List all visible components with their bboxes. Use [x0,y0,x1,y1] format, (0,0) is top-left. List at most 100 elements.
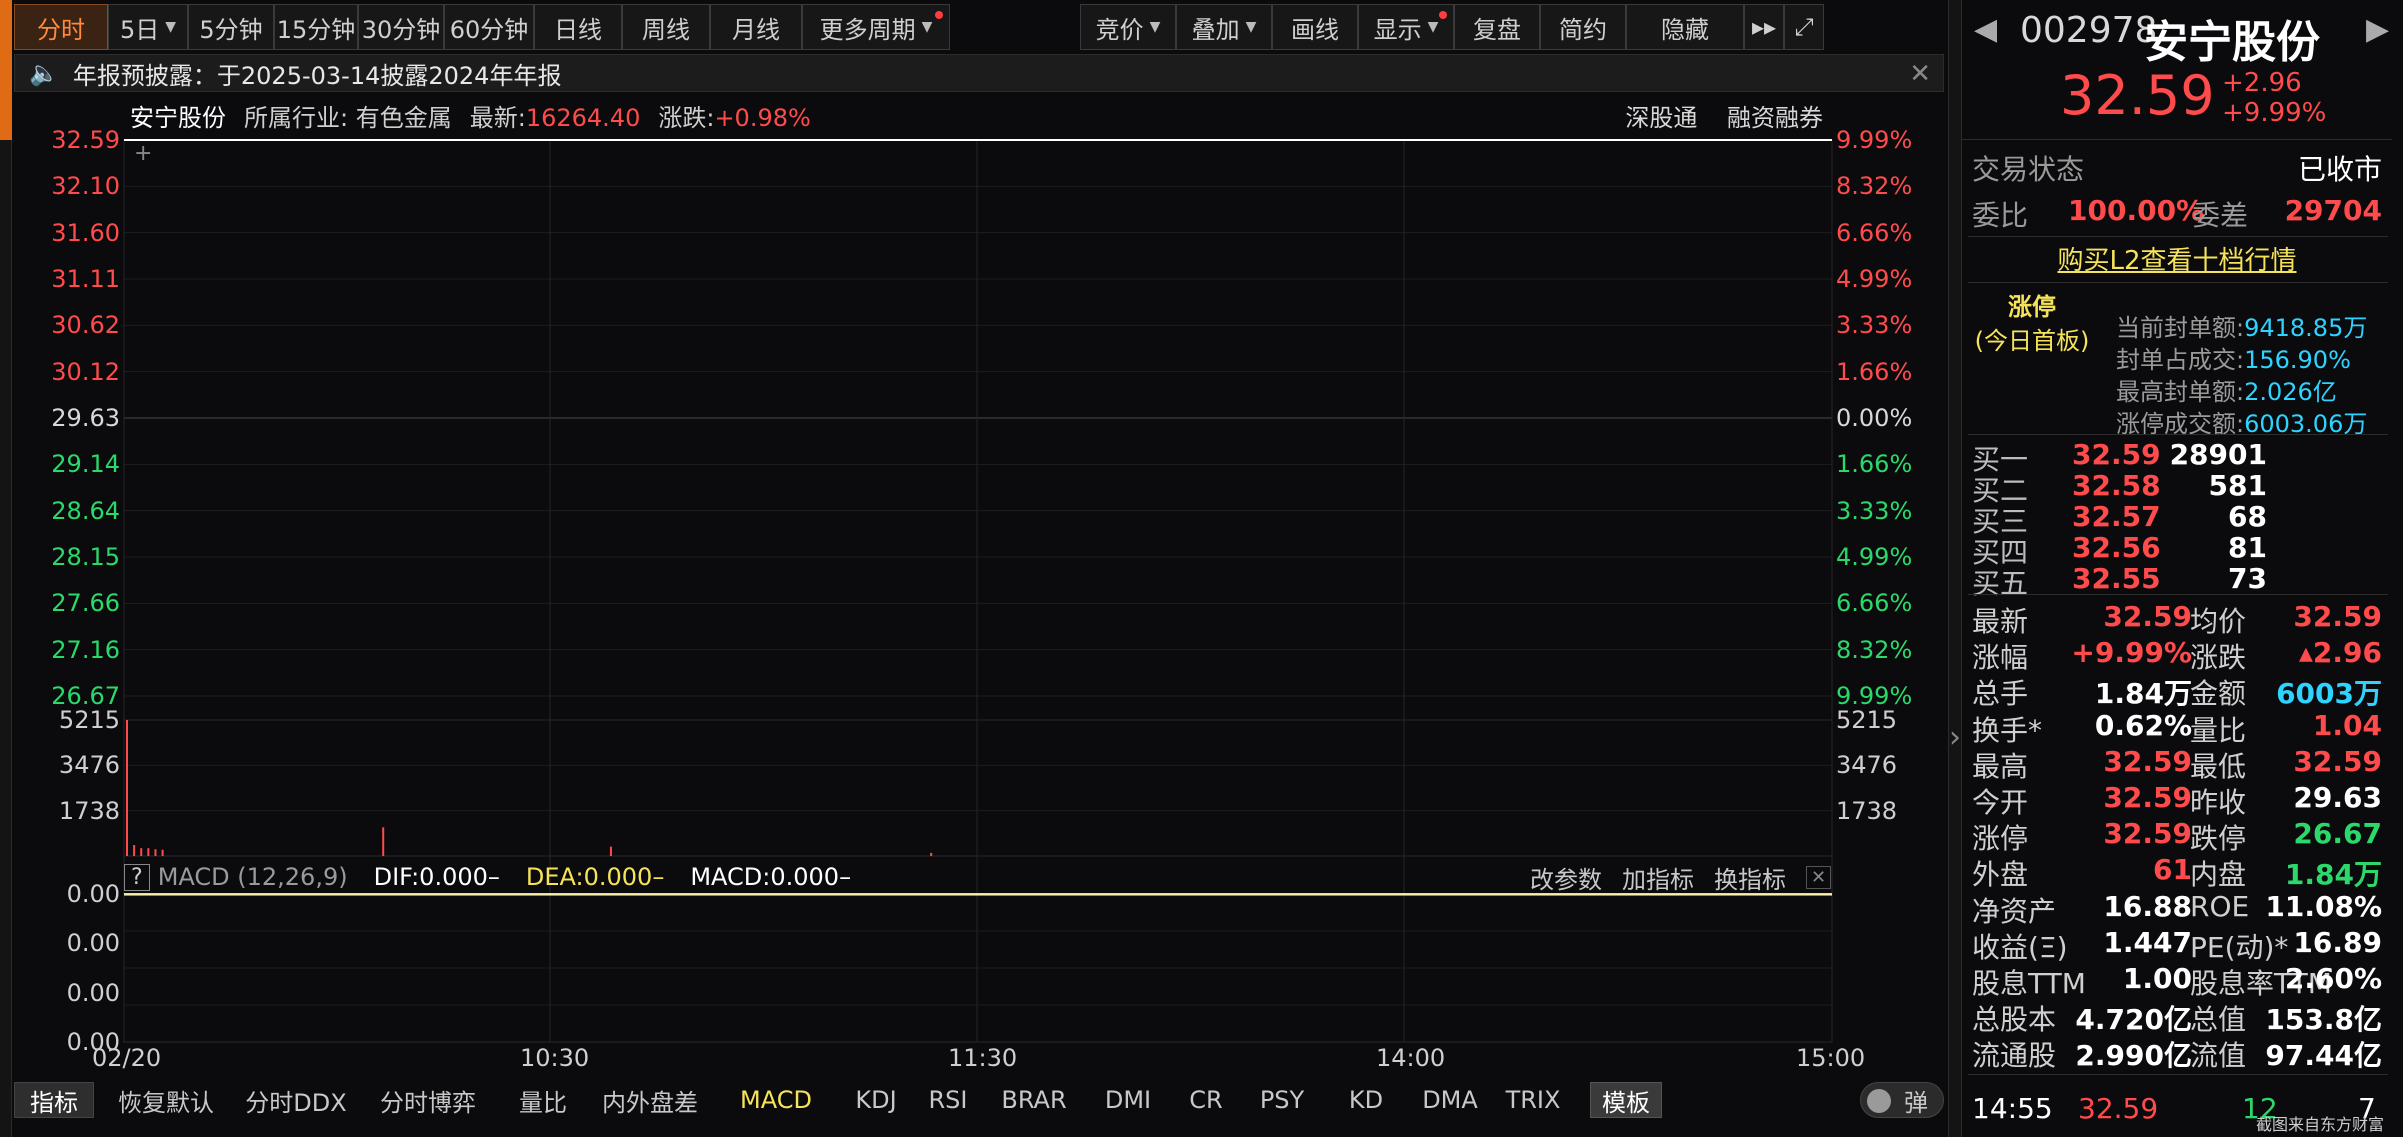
indicator-tab-6[interactable]: MACD [722,1082,830,1118]
limit-detail-value: 2.026亿 [2244,378,2337,406]
indicator-bar: 指标 恢复默认 分时DDX 分时博弈 量比 内外盘差 MACD KDJ RSI BRAR DMI CR… [14,1082,1944,1118]
price-tick-left: 27.66 [51,589,120,618]
macd-name: MACD (12,26,9) [157,863,348,891]
pct-tick-right: 8.32% [1836,635,1913,664]
limit-up-tag: 涨停 (今日首板) [1972,290,2092,358]
indicator-tab-5[interactable]: 内外盘差 [590,1082,710,1118]
bid-row[interactable]: 买四 32.56 81 [1972,531,2382,569]
indicator-tab-11[interactable]: CR [1178,1082,1234,1118]
intraday-chart[interactable]: + [0,0,1950,1137]
stat-cell: 流通股 2.990亿 [1972,1034,2192,1072]
stat-label: PE(动)* [2190,930,2289,964]
stat-cell: 收益(Ξ) 1.447 [1972,926,2192,964]
time-tick: 10:30 [520,1044,590,1072]
volume-bar [930,852,933,856]
limit-detail-label: 最高封单额: [2116,378,2245,406]
bid-quantity: 68 [2228,500,2267,533]
pct-tick-right: 4.99% [1836,265,1913,293]
stat-value: 0.62% [2094,708,2192,742]
stat-label: 昨收 [2190,786,2247,819]
stat-cell: 均价 32.59 [2190,600,2382,638]
stat-value: 1.84万 [2284,858,2382,892]
stat-cell: 外盘 61 [1972,853,2192,891]
volume-tick-left: 3476 [58,751,120,780]
limit-up-detail-row: 当前封单额:9418.85万 [2116,308,2367,343]
change-indicator-button[interactable]: 换指标 [1714,860,1786,895]
indicator-tab-9[interactable]: BRAR [992,1082,1076,1118]
volume-bar [126,720,128,856]
time-tick: 15:00 [1796,1044,1866,1072]
stat-cell: 总值 153.8亿 [2190,998,2382,1036]
bid-quantity: 81 [2228,531,2267,564]
price-tick-left: 31.60 [51,218,120,247]
indicator-tab-7[interactable]: KDJ [846,1082,906,1118]
indicator-tab-0[interactable]: 指标 [14,1082,94,1118]
stat-label: 外盘 [1972,858,2029,892]
pct-tick-right: 6.66% [1836,218,1913,247]
price-tick-left: 27.16 [51,635,120,664]
panel-divider[interactable]: › [1948,0,1962,1137]
stock-code: 002978 [2020,10,2158,51]
macd-dif: DIF:0.000– [373,863,500,891]
stat-value: 32.59 [2293,600,2382,633]
change-percent: +9.99% [2222,98,2327,128]
indicator-tab-8[interactable]: RSI [918,1082,978,1118]
stat-cell: 最新 32.59 [1972,600,2192,638]
stat-cell: 涨停 32.59 [1972,817,2192,855]
bid-row[interactable]: 买三 32.57 68 [1972,500,2382,538]
stat-cell: 内盘 1.84万 [2190,853,2382,891]
stat-cell: 股息TTM 1.00 [1972,962,2192,1000]
indicator-tab-3[interactable]: 分时博弈 [366,1082,490,1118]
price-tick-left: 31.11 [51,265,120,293]
close-indicator-icon[interactable]: ✕ [1806,865,1832,889]
macd-dea: DEA:0.000– [525,863,665,891]
indicator-tab-4[interactable]: 量比 [508,1082,578,1118]
stat-value: 16.88 [2103,889,2192,923]
indicator-tab-13[interactable]: KD [1332,1082,1400,1118]
price-tick-left: 32.59 [51,126,120,154]
volume-bar [382,827,385,856]
bid-level: 买五 [1972,567,2029,600]
macd-value: MACD:0.000– [690,863,852,891]
stat-value: 2.990亿 [2075,1039,2192,1073]
stat-label: 跌停 [2190,822,2247,856]
stat-label: 最新 [1972,605,2029,638]
bid-row[interactable]: 买一 32.59 28901 [1972,438,2382,476]
bid-row[interactable]: 买二 32.58 581 [1972,469,2382,507]
indicator-tab-2[interactable]: 分时DDX [236,1082,356,1118]
stat-cell: 最低 32.59 [2190,745,2382,783]
stat-cell: 净资产 16.88 [1972,889,2192,928]
stat-value: 32.59 [2103,781,2192,814]
stat-value: 16.89 [2293,925,2382,959]
stat-value: +9.99% [2071,636,2192,670]
macd-tick-left: 0.00 [66,929,120,958]
indicator-tab-1[interactable]: 恢复默认 [106,1082,226,1118]
time-tick: 02/20 [92,1044,162,1072]
indicator-tab-10[interactable]: DMI [1090,1082,1166,1118]
modify-params-button[interactable]: 改参数 [1530,860,1602,895]
stat-cell: 流值 97.44亿 [2190,1034,2382,1072]
macd-help-button[interactable]: ? [124,863,150,891]
collapse-arrow-icon[interactable]: › [1949,720,1961,780]
stat-label: 最低 [2190,749,2247,783]
price-tick-left: 32.10 [51,172,120,201]
bid-row[interactable]: 买五 32.55 73 [1972,562,2382,600]
price-tick-left: 29.14 [51,450,120,479]
prev-stock-icon[interactable]: ◀ [1974,12,1997,47]
volume-bar [154,849,157,856]
indicator-tab-15[interactable]: TRIX [1498,1082,1568,1118]
volume-tick-left: 5215 [58,706,120,734]
crosshair-icon: + [134,141,152,166]
limit-detail-value: 156.90% [2244,346,2351,374]
price-change: +2.96 +9.99% [2222,68,2326,128]
next-stock-icon[interactable]: ▶ [2366,12,2389,47]
add-indicator-button[interactable]: 加指标 [1622,860,1694,895]
indicator-tab-12[interactable]: PSY [1246,1082,1318,1118]
price-tick-left: 30.62 [51,311,120,340]
template-button[interactable]: 模板 [1590,1082,1662,1118]
popup-toggle[interactable]: 弹 [1860,1082,1944,1118]
buy-l2-link[interactable]: 购买L2查看十档行情 [1962,240,2392,277]
indicator-tab-14[interactable]: DMA [1412,1082,1488,1118]
stat-label: 最高 [1972,749,2029,783]
volume-panel-frame [123,719,1833,857]
